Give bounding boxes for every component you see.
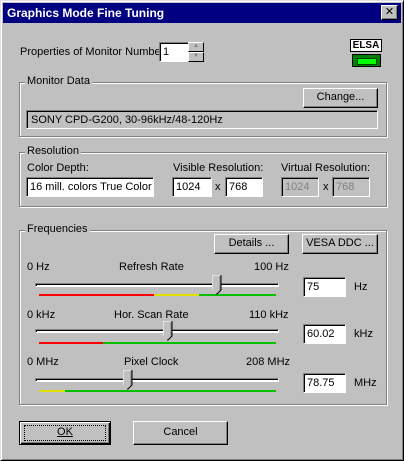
graphics-card-icon bbox=[352, 54, 381, 67]
pixel-clock-track[interactable] bbox=[35, 378, 279, 382]
pixel-clock-min-label: 0 MHz bbox=[27, 356, 59, 368]
monitor-number-label: Properties of Monitor Number: bbox=[20, 46, 168, 58]
hor-scan-rate-label: Hor. Scan Rate bbox=[114, 309, 189, 321]
virtual-resolution-label: Virtual Resolution: bbox=[281, 162, 371, 174]
close-button[interactable]: ✕ bbox=[381, 5, 398, 20]
refresh-rate-range-red bbox=[39, 294, 154, 296]
ok-focus-rect bbox=[24, 425, 106, 441]
refresh-rate-thumb[interactable] bbox=[212, 275, 222, 295]
change-monitor-button-label: Change... bbox=[316, 91, 365, 103]
virtual-width-input: 1024 bbox=[281, 177, 319, 197]
cancel-button[interactable]: Cancel bbox=[133, 421, 228, 445]
refresh-rate-range-green bbox=[199, 294, 276, 296]
window-title: Graphics Mode Fine Tuning bbox=[7, 6, 165, 20]
details-button[interactable]: Details ... bbox=[214, 234, 289, 254]
spin-down-icon[interactable]: ▼ bbox=[188, 52, 204, 62]
frequencies-group-label: Frequencies bbox=[25, 223, 90, 235]
refresh-rate-label: Refresh Rate bbox=[119, 261, 184, 273]
visible-height-input[interactable]: 768 bbox=[225, 177, 263, 197]
elsa-logo-text: ELSA bbox=[350, 39, 382, 52]
pixel-clock-label: Pixel Clock bbox=[124, 356, 179, 368]
visible-resolution-label: Visible Resolution: bbox=[173, 162, 264, 174]
hor-scan-rate-max-label: 110 kHz bbox=[249, 309, 289, 321]
virtual-x-separator: x bbox=[323, 181, 329, 193]
hor-scan-rate-range-red bbox=[39, 342, 103, 344]
monitor-data-group-label: Monitor Data bbox=[25, 75, 92, 87]
refresh-rate-track[interactable] bbox=[35, 283, 279, 287]
spin-up-icon[interactable]: ▲ bbox=[188, 42, 204, 52]
refresh-rate-max-label: 100 Hz bbox=[254, 261, 289, 273]
hor-scan-rate-track[interactable] bbox=[35, 329, 279, 333]
monitor-number-input[interactable]: 1 bbox=[159, 42, 189, 62]
change-monitor-button[interactable]: Change... bbox=[303, 88, 378, 108]
monitor-description: SONY CPD-G200, 30-96kHz/48-120Hz bbox=[26, 110, 378, 129]
monitor-number-spinner[interactable]: ▲ ▼ bbox=[188, 42, 204, 62]
refresh-rate-input[interactable]: 75 bbox=[303, 277, 346, 297]
details-button-label: Details ... bbox=[228, 237, 275, 249]
hor-scan-rate-range-green bbox=[103, 342, 276, 344]
hor-scan-rate-thumb[interactable] bbox=[163, 321, 173, 341]
refresh-rate-range-yellow bbox=[154, 294, 199, 296]
pixel-clock-max-label: 208 MHz bbox=[246, 356, 291, 368]
vesa-ddc-button-label: VESA DDC ... bbox=[306, 237, 374, 249]
pixel-clock-unit: MHz bbox=[354, 377, 377, 389]
cancel-button-label: Cancel bbox=[163, 426, 198, 438]
resolution-group-label: Resolution bbox=[25, 145, 81, 157]
pixel-clock-input[interactable]: 78.75 bbox=[303, 373, 346, 393]
vesa-ddc-button[interactable]: VESA DDC ... bbox=[302, 234, 378, 254]
refresh-rate-unit: Hz bbox=[354, 281, 368, 293]
pixel-clock-range-green bbox=[65, 390, 276, 392]
close-icon: ✕ bbox=[384, 6, 395, 18]
color-depth-field[interactable]: 16 mill. colors True Color bbox=[26, 177, 154, 197]
pixel-clock-range-yellow bbox=[39, 390, 65, 392]
hor-scan-rate-unit: kHz bbox=[354, 328, 373, 340]
pixel-clock-thumb[interactable] bbox=[123, 370, 133, 390]
hor-scan-rate-min-label: 0 kHz bbox=[27, 309, 56, 321]
elsa-logo-icon: ELSA bbox=[350, 39, 382, 69]
title-bar[interactable]: Graphics Mode Fine Tuning ✕ bbox=[3, 3, 401, 23]
visible-x-separator: x bbox=[215, 181, 221, 193]
hor-scan-rate-input[interactable]: 60.02 bbox=[303, 324, 346, 344]
visible-width-input[interactable]: 1024 bbox=[172, 177, 212, 197]
dialog-window: Graphics Mode Fine Tuning ✕ Properties o… bbox=[0, 0, 404, 461]
refresh-rate-min-label: 0 Hz bbox=[27, 261, 50, 273]
color-depth-label: Color Depth: bbox=[27, 162, 89, 174]
virtual-height-input: 768 bbox=[332, 177, 370, 197]
